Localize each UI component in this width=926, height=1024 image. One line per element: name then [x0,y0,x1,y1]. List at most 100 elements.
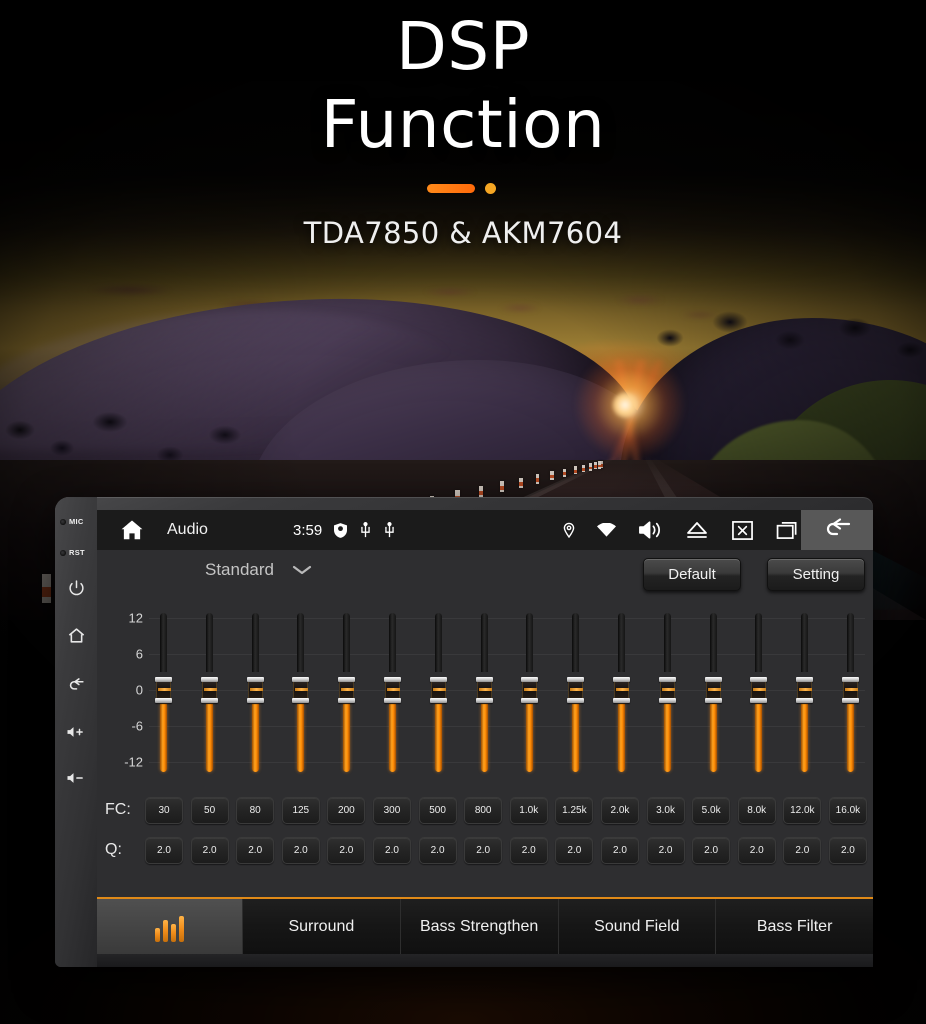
tab-bass-filter[interactable]: Bass Filter [716,899,873,954]
eq-slider-5.0k[interactable] [704,602,722,790]
wifi-icon[interactable] [597,522,616,538]
statusbar-back-button[interactable] [801,510,873,550]
slider-track-upper [709,613,717,672]
eq-slider-800[interactable] [475,602,493,790]
slider-thumb[interactable] [200,677,218,703]
tab-sound-field[interactable]: Sound Field [558,899,717,954]
eq-slider-50[interactable] [200,602,218,790]
thumb-body [293,682,309,698]
q-chip[interactable]: 2.0 [372,836,411,864]
slider-track-fill [251,704,259,772]
q-chip[interactable]: 2.0 [418,836,457,864]
slider-track-upper [526,613,534,672]
slider-thumb[interactable] [246,677,264,703]
slider-thumb[interactable] [658,677,676,703]
thumb-cap-bottom [246,698,264,703]
eq-slider-3.0k[interactable] [658,602,676,790]
eq-slider-30[interactable] [155,602,172,790]
slider-thumb[interactable] [521,677,539,703]
fc-chip[interactable]: 50 [190,796,229,824]
slider-thumb[interactable] [841,677,859,703]
slider-track-fill [160,704,167,772]
slider-thumb[interactable] [429,677,447,703]
q-chip[interactable]: 2.0 [327,836,366,864]
q-chip[interactable]: 2.0 [783,836,822,864]
fc-chip[interactable]: 3.0k [646,796,685,824]
slider-thumb[interactable] [383,677,401,703]
q-chip[interactable]: 2.0 [236,836,275,864]
fc-chip[interactable]: 8.0k [737,796,776,824]
q-chip[interactable]: 2.0 [145,836,183,864]
setting-button[interactable]: Setting [767,558,865,591]
fc-chip[interactable]: 30 [145,796,183,824]
home-button[interactable] [55,626,97,645]
location-pin-icon[interactable] [563,522,575,538]
back-button[interactable] [55,675,97,694]
eq-toolbar: Standard Default Setting [97,550,873,600]
eq-slider-16.0k[interactable] [841,602,859,790]
eq-slider-200[interactable] [338,602,356,790]
slider-thumb[interactable] [796,677,814,703]
thumb-cap-bottom [612,698,630,703]
fc-chip[interactable]: 500 [418,796,457,824]
eq-slider-1.25k[interactable] [567,602,585,790]
slider-thumb[interactable] [567,677,585,703]
fc-chip[interactable]: 200 [327,796,366,824]
q-chip[interactable]: 2.0 [190,836,229,864]
power-button[interactable] [55,579,97,596]
fc-chip[interactable]: 125 [281,796,320,824]
fc-chip[interactable]: 5.0k [692,796,731,824]
eq-slider-1.0k[interactable] [521,602,539,790]
default-button[interactable]: Default [643,558,741,591]
volume-icon[interactable] [638,519,663,541]
q-chip[interactable]: 2.0 [828,836,867,864]
close-box-icon[interactable] [731,520,754,541]
slider-thumb[interactable] [750,677,768,703]
q-chip[interactable]: 2.0 [281,836,320,864]
fc-chip[interactable]: 80 [236,796,275,824]
slider-track-fill [846,704,854,772]
reset-indicator[interactable]: RST [55,548,97,557]
tab-surround[interactable]: Surround [243,899,401,954]
q-chip[interactable]: 2.0 [600,836,639,864]
recent-apps-icon[interactable] [776,520,801,540]
q-chip[interactable]: 2.0 [692,836,731,864]
usb-icon [385,522,394,538]
tab-equalizer[interactable] [97,899,243,954]
q-chip[interactable]: 2.0 [464,836,503,864]
fc-chip[interactable]: 800 [464,796,503,824]
volume-down-button[interactable] [55,770,97,786]
eq-slider-300[interactable] [383,602,401,790]
eq-slider-2.0k[interactable] [612,602,630,790]
q-chip[interactable]: 2.0 [555,836,594,864]
device-screen: Audio 3:59 Standard Default Setting 12 6… [97,510,873,954]
fc-chip[interactable]: 16.0k [828,796,867,824]
q-chip[interactable]: 2.0 [646,836,685,864]
preset-selector[interactable]: Standard [205,560,312,580]
eq-slider-8.0k[interactable] [750,602,768,790]
fc-chip[interactable]: 300 [372,796,411,824]
tab-bass-strengthen[interactable]: Bass Strengthen [400,899,559,954]
eq-slider-80[interactable] [246,602,264,790]
slider-thumb[interactable] [155,677,172,703]
slider-thumb[interactable] [338,677,356,703]
eq-slider-125[interactable] [292,602,310,790]
slider-thumb[interactable] [612,677,630,703]
eq-slider-group[interactable] [149,602,865,790]
slider-thumb[interactable] [475,677,493,703]
slider-thumb[interactable] [292,677,310,703]
q-chip[interactable]: 2.0 [737,836,776,864]
fc-chip[interactable]: 1.25k [555,796,594,824]
thumb-body [476,682,492,698]
volume-up-button[interactable] [55,724,97,740]
slider-thumb[interactable] [704,677,722,703]
eq-slider-500[interactable] [429,602,447,790]
slider-track-upper [480,613,488,672]
q-chip[interactable]: 2.0 [509,836,548,864]
fc-chip[interactable]: 2.0k [600,796,639,824]
eject-icon[interactable] [685,521,709,539]
fc-chip[interactable]: 1.0k [509,796,548,824]
eq-slider-12.0k[interactable] [796,602,814,790]
statusbar-home-button[interactable] [97,517,167,543]
fc-chip[interactable]: 12.0k [783,796,822,824]
